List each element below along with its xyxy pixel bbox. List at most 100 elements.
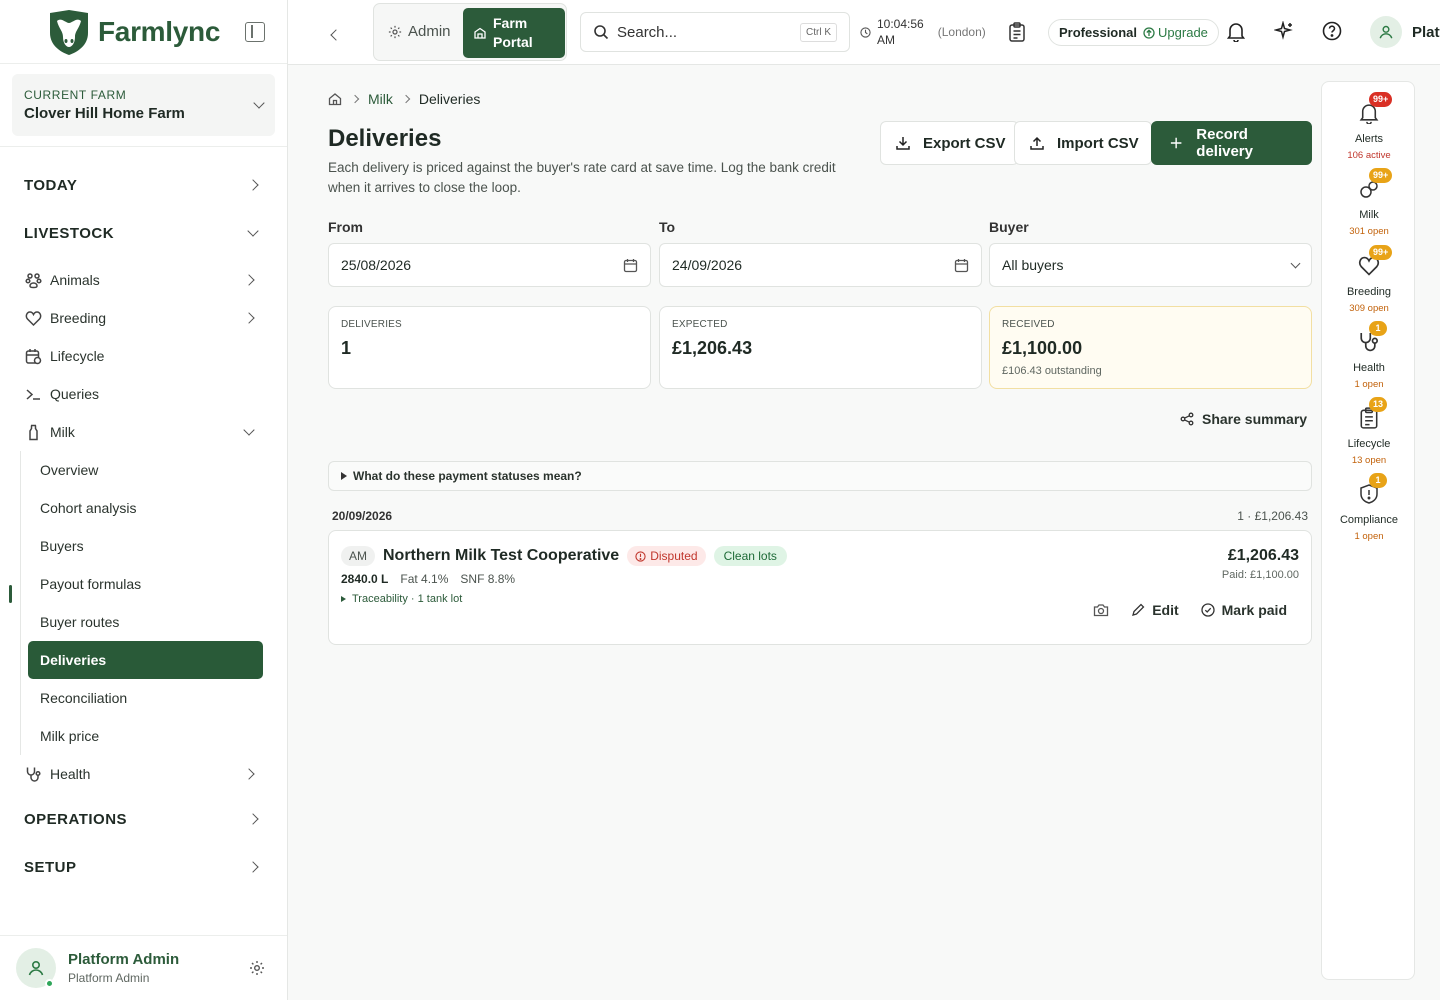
rail-item-milk[interactable]: 99+ Milk 301 open: [1322, 168, 1416, 237]
clock-time: 10:04:56: [877, 17, 924, 31]
section-livestock[interactable]: LIVESTOCK: [24, 209, 263, 257]
to-date-input[interactable]: 24/09/2026: [659, 243, 982, 287]
stat-expected: EXPECTED £1,206.43: [659, 306, 982, 389]
to-label: To: [659, 219, 676, 235]
delivery-card[interactable]: AM Northern Milk Test Cooperative Disput…: [328, 530, 1312, 645]
section-today[interactable]: TODAY: [24, 161, 263, 209]
sidebar-subitem-deliveries[interactable]: Deliveries: [28, 641, 263, 679]
sidebar-subitem-milk-price[interactable]: Milk price: [28, 717, 263, 755]
sidebar-user[interactable]: Platform Admin Platform Admin: [0, 935, 287, 1000]
buyer-select-value: All buyers: [1002, 257, 1064, 273]
sidebar-item-milk[interactable]: Milk: [24, 413, 263, 451]
rail-item-lifecycle[interactable]: 13 Lifecycle 13 open: [1322, 397, 1416, 466]
traceability-toggle[interactable]: Traceability · 1 tank lot: [341, 593, 462, 605]
section-setup-label: SETUP: [24, 858, 77, 876]
calendar-clock-icon: [24, 347, 42, 365]
rail-status: 1 open: [1354, 379, 1384, 390]
arrow-up-circle-icon: [1143, 26, 1155, 39]
bell-icon[interactable]: [1226, 21, 1246, 42]
sparkles-icon[interactable]: [1274, 21, 1294, 41]
brand-name: Farmlync: [98, 15, 221, 47]
rail-item-compliance[interactable]: 1 Compliance 1 open: [1322, 473, 1416, 542]
sidebar-item-animals[interactable]: Animals: [24, 261, 263, 299]
sidebar-subitem-reconciliation[interactable]: Reconciliation: [28, 679, 263, 717]
payment-status-help[interactable]: What do these payment statuses mean?: [328, 461, 1312, 491]
topbar-user[interactable]: Platf: [1370, 16, 1440, 48]
breadcrumb-milk[interactable]: Milk: [368, 91, 393, 107]
farm-selector[interactable]: CURRENT FARM Clover Hill Home Farm: [12, 74, 275, 136]
stethoscope-icon: [24, 765, 42, 783]
plus-icon: [1170, 137, 1182, 149]
traceability-label: Traceability · 1 tank lot: [352, 593, 463, 605]
plan-badge[interactable]: Professional Upgrade: [1048, 19, 1219, 46]
sidebar-subitem-overview[interactable]: Overview: [28, 451, 263, 489]
active-marker: [9, 585, 12, 603]
sidebar-subitem-payout-formulas[interactable]: Payout formulas: [28, 565, 263, 603]
record-delivery-label: Record delivery: [1196, 126, 1253, 160]
share-summary-button[interactable]: Share summary: [1180, 411, 1307, 427]
topbar: Admin Farm Portal Search... Ctrl K 10:04…: [288, 0, 1440, 65]
chevron-down-icon: [253, 97, 265, 109]
calendar-icon[interactable]: [623, 258, 638, 273]
from-label: From: [328, 219, 363, 235]
sidebar-item-health[interactable]: Health: [24, 755, 263, 793]
sidebar-subitem-buyer-routes[interactable]: Buyer routes: [28, 603, 263, 641]
portal-switcher: Admin Farm Portal: [373, 3, 567, 61]
from-date-input[interactable]: 25/08/2026: [328, 243, 651, 287]
buyer-select[interactable]: All buyers: [989, 243, 1312, 287]
share-icon: [1180, 412, 1194, 426]
chevron-right-icon: [247, 861, 259, 873]
sidebar-item-label: Queries: [50, 386, 100, 402]
edit-button[interactable]: Edit: [1131, 602, 1179, 618]
chevron-right-icon: [243, 312, 255, 324]
rail-item-breeding[interactable]: 99+ Breeding 309 open: [1322, 245, 1416, 314]
calendar-icon[interactable]: [954, 258, 969, 273]
sidebar-item-lifecycle[interactable]: Lifecycle: [24, 337, 263, 375]
search-input[interactable]: Search... Ctrl K: [580, 12, 850, 52]
help-icon[interactable]: [1322, 21, 1342, 41]
disclosure-triangle-icon: [341, 472, 347, 480]
record-delivery-button[interactable]: Record delivery: [1151, 121, 1312, 165]
section-setup[interactable]: SETUP: [24, 843, 263, 891]
sidebar-item-label: Breeding: [50, 310, 107, 326]
rail-count-badge: 99+: [1369, 245, 1393, 260]
back-button[interactable]: [330, 26, 342, 44]
clipboard-icon[interactable]: [1008, 22, 1026, 42]
import-csv-button[interactable]: Import CSV: [1014, 121, 1152, 165]
delivery-litres: 2840.0 L: [341, 572, 389, 586]
sidebar-subitem-buyers[interactable]: Buyers: [28, 527, 263, 565]
user-icon: [28, 960, 44, 976]
farmlync-logo-icon: [50, 9, 88, 55]
logo-row: Farmlync: [0, 0, 287, 64]
mark-paid-button[interactable]: Mark paid: [1200, 602, 1287, 618]
sidebar-subitem-cohort-analysis[interactable]: Cohort analysis: [28, 489, 263, 527]
to-date-value: 24/09/2026: [672, 257, 743, 273]
sidebar-item-queries[interactable]: Queries: [24, 375, 263, 413]
camera-icon[interactable]: [1093, 603, 1109, 617]
gear-icon[interactable]: [249, 960, 265, 976]
from-date-value: 25/08/2026: [341, 257, 412, 273]
sidebar-item-breeding[interactable]: Breeding: [24, 299, 263, 337]
chevron-down-icon: [1290, 258, 1301, 268]
rail-status: 13 open: [1351, 455, 1387, 466]
sidebar-item-label: Health: [50, 766, 91, 782]
rail-item-health[interactable]: 1 Health 1 open: [1322, 321, 1416, 390]
stat-label: RECEIVED: [1002, 319, 1055, 330]
upgrade-link[interactable]: Upgrade: [1143, 25, 1208, 40]
search-icon: [594, 25, 609, 40]
tab-admin[interactable]: Admin: [388, 23, 451, 40]
terminal-icon: [24, 385, 42, 403]
delivery-actions: Edit Mark paid: [1093, 602, 1287, 618]
collapse-sidebar-icon[interactable]: [245, 21, 265, 42]
subitem-label: Buyers: [40, 538, 84, 554]
rail-item-alerts[interactable]: 99+ Alerts 106 active: [1322, 92, 1416, 161]
section-operations[interactable]: OPERATIONS: [24, 795, 263, 843]
stat-value: £1,206.43: [672, 338, 753, 358]
subitem-label: Buyer routes: [40, 614, 120, 630]
export-csv-button[interactable]: Export CSV: [880, 121, 1019, 165]
home-icon[interactable]: [328, 92, 342, 106]
avatar: [16, 948, 56, 988]
import-csv-label: Import CSV: [1057, 134, 1139, 152]
tab-farm-portal[interactable]: Farm Portal: [463, 8, 565, 58]
status-badge-label: Disputed: [650, 549, 698, 563]
